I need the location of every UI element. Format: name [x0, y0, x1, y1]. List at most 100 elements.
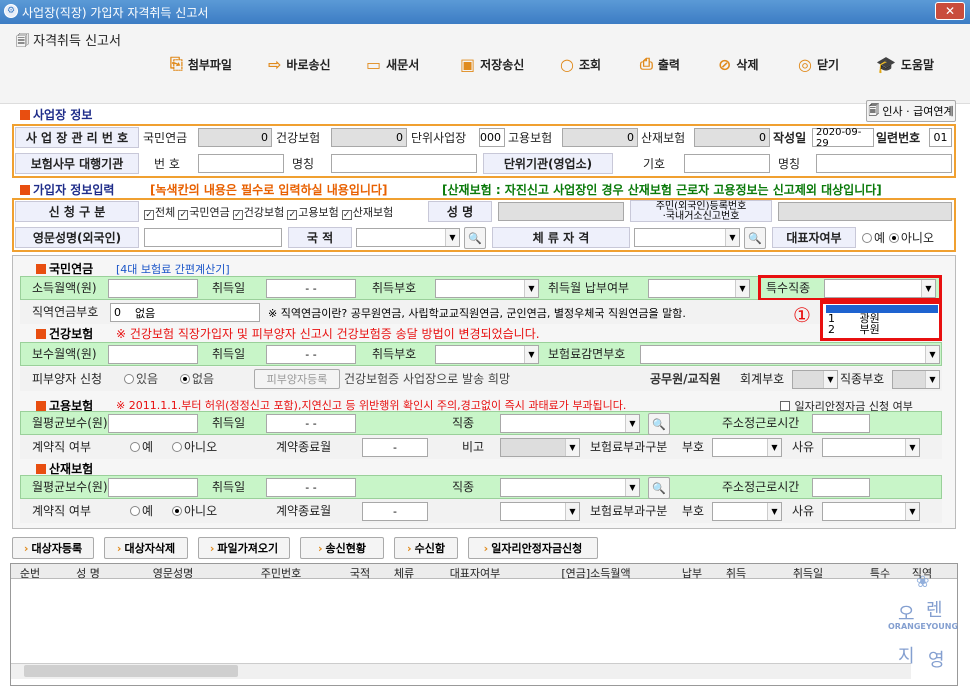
check-employ[interactable]: ✓ 고용보험 — [287, 204, 339, 220]
arrow-icon: › — [209, 541, 215, 555]
name-input[interactable] — [498, 202, 624, 221]
document-icon: 🗐 — [868, 103, 880, 117]
ei-occ-search-button[interactable]: 🔍 — [648, 413, 670, 435]
print-button[interactable]: ⎙ 출력 — [640, 52, 680, 76]
np-pay-select[interactable]: ▼ — [648, 279, 750, 298]
ii-occ-search-button[interactable]: 🔍 — [648, 477, 670, 499]
nation-search-button[interactable]: 🔍 — [464, 227, 486, 249]
checkbox-icon: ✓ — [144, 209, 154, 220]
col-acq-date[interactable]: 취득일 — [760, 565, 856, 580]
np-job-select[interactable]: 0 없음 — [110, 303, 260, 322]
dropdown-option-2[interactable]: 2 부원 — [828, 324, 880, 335]
np-income-input[interactable] — [108, 279, 198, 298]
np-acq-code-select[interactable]: ▼ — [435, 279, 539, 298]
check-pension[interactable]: ✓ 국민연금 — [178, 204, 230, 220]
col-stay[interactable]: 체류 — [384, 565, 424, 580]
hi-acq-code-select[interactable]: ▼ — [435, 345, 539, 364]
close-button[interactable]: ✕ — [935, 2, 965, 20]
close-doc-button[interactable]: ◎ 닫기 — [798, 52, 839, 76]
ii-wage-input[interactable] — [108, 478, 198, 497]
col-seq[interactable]: 순번 — [12, 565, 48, 580]
date-field[interactable]: 2020-09-29 — [812, 127, 874, 149]
help-button[interactable]: 🎓 도움말 — [876, 52, 934, 76]
col-income[interactable]: [연금]소득월액 — [526, 565, 666, 580]
send-status-button[interactable]: › 송신현황 — [300, 537, 384, 559]
ii-levy-label: 보험료부과구분 — [590, 504, 668, 518]
agency-no-input[interactable] — [198, 154, 284, 173]
ei-occ-select[interactable]: ▼ — [500, 414, 640, 433]
stay-search-button[interactable]: 🔍 — [744, 227, 766, 249]
hi-acq-date-input[interactable]: - - — [266, 345, 356, 364]
rep-yes-radio[interactable]: 예 — [862, 229, 885, 246]
dep-register-button[interactable]: 피부양자등록 — [254, 369, 340, 389]
ei-wage-input[interactable] — [108, 414, 198, 433]
agency-name-input[interactable] — [331, 154, 477, 173]
ei-contract-no[interactable]: 아니오 — [172, 436, 217, 457]
register-target-button[interactable]: › 대상자등록 — [12, 537, 94, 559]
radio-icon — [172, 441, 182, 452]
ei-hours-input[interactable] — [812, 414, 870, 433]
attach-button[interactable]: ⎘ 첨부파일 — [170, 52, 232, 76]
check-all[interactable]: ✓ 전체 — [144, 204, 175, 220]
unit-number[interactable]: 000 — [479, 128, 505, 147]
ii-reason-select[interactable]: ▼ — [822, 502, 920, 521]
hi-reduce-select[interactable]: ▼ — [640, 345, 940, 364]
col-pay[interactable]: 납부 — [672, 565, 712, 580]
ii-occ-label: 직종 — [452, 480, 475, 494]
ii-note-select[interactable]: ▼ — [500, 502, 580, 521]
ei-end-input[interactable]: - — [362, 438, 428, 457]
col-acq[interactable]: 취득 — [716, 565, 756, 580]
calc-link[interactable]: [4대 보험료 간편계산기] — [116, 261, 230, 277]
hr-link-button[interactable]: 🗐 인사 · 급여연계 — [866, 100, 956, 122]
col-rep[interactable]: 대표자여부 — [430, 565, 520, 580]
ii-end-input[interactable]: - — [362, 502, 428, 521]
nation-select[interactable]: ▼ — [356, 228, 460, 247]
delete-button[interactable]: ⊘ 삭제 — [718, 52, 759, 76]
ei-note-select[interactable]: ▼ — [500, 438, 580, 457]
employ-number: 0 — [562, 128, 638, 147]
np-special-select[interactable]: ▼ — [824, 279, 936, 298]
inbox-button[interactable]: › 수신함 — [394, 537, 458, 559]
sign-input[interactable] — [684, 154, 770, 173]
chevron-down-icon: ▼ — [565, 503, 579, 520]
sign-label: 기호 — [643, 157, 666, 171]
hi-pay-input[interactable] — [108, 345, 198, 364]
search-button[interactable]: ○ 조회 — [560, 52, 601, 76]
scrollbar-thumb[interactable] — [24, 665, 238, 677]
rrn-input[interactable] — [778, 202, 952, 221]
ei-code-select[interactable]: ▼ — [712, 438, 782, 457]
col-eng-name[interactable]: 영문성명 — [128, 565, 218, 580]
ii-occ-select[interactable]: ▼ — [500, 478, 640, 497]
rep-no-radio[interactable]: 아니오 — [888, 229, 934, 246]
ii-contract-no[interactable]: 아니오 — [172, 500, 217, 521]
check-industrial[interactable]: ✓ 산재보험 — [341, 204, 393, 220]
delete-target-button[interactable]: › 대상자삭제 — [104, 537, 188, 559]
serial-field[interactable]: 01 — [929, 128, 952, 147]
hi-dep-none-radio[interactable]: 없음 — [180, 368, 214, 389]
ei-contract-yes[interactable]: 예 — [130, 436, 153, 457]
acct-select[interactable]: ▼ — [792, 370, 838, 389]
ei-acq-date-input[interactable]: - - — [266, 414, 356, 433]
direct-send-button[interactable]: ⇨ 바로송신 — [268, 52, 331, 76]
save-send-button[interactable]: ▣ 저장송신 — [460, 52, 524, 76]
col-rrn[interactable]: 주민번호 — [226, 565, 336, 580]
eng-name-input[interactable] — [144, 228, 282, 247]
hi-dep-have-radio[interactable]: 있음 — [124, 368, 158, 389]
ii-contract-yes[interactable]: 예 — [130, 500, 153, 521]
import-file-button[interactable]: › 파일가져오기 — [198, 537, 290, 559]
ii-acq-date-input[interactable]: - - — [266, 478, 356, 497]
stay-select[interactable]: ▼ — [634, 228, 740, 247]
ii-hours-input[interactable] — [812, 478, 870, 497]
ii-code-select[interactable]: ▼ — [712, 502, 782, 521]
col-nation[interactable]: 국적 — [342, 565, 378, 580]
job-code-select[interactable]: ▼ — [892, 370, 940, 389]
hi-card-label: 건강보험증 사업장으로 발송 희망 — [344, 372, 511, 386]
job-subsidy-button[interactable]: › 일자리안정자금신청 — [468, 537, 598, 559]
unit-org-label: 단위기관(영업소) — [483, 153, 613, 174]
check-health[interactable]: ✓ 건강보험 — [232, 204, 284, 220]
ei-reason-select[interactable]: ▼ — [822, 438, 920, 457]
col-name[interactable]: 성 명 — [54, 565, 122, 580]
new-doc-button[interactable]: ▭ 새문서 — [366, 52, 419, 76]
unit-name-input[interactable] — [816, 154, 952, 173]
np-acq-date-input[interactable]: - - — [266, 279, 356, 298]
